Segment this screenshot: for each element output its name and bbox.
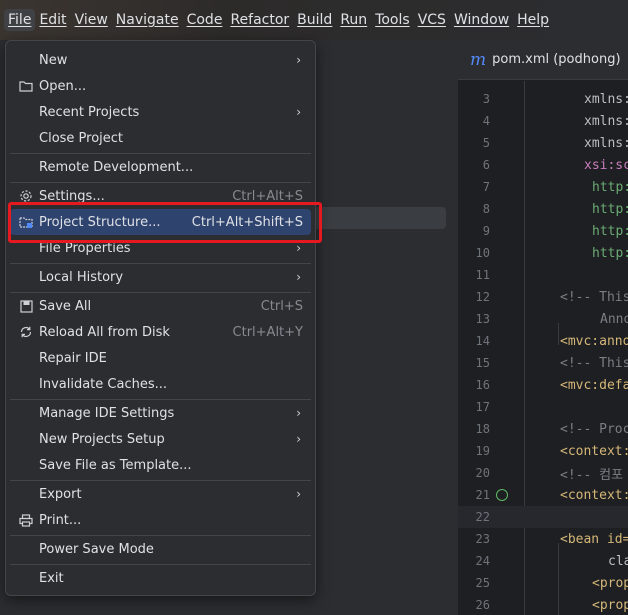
menu-item-remote-development[interactable]: Remote Development... [10, 154, 311, 180]
chevron-right-icon: › [296, 53, 301, 67]
menu-item-open[interactable]: Open... [10, 73, 311, 99]
editor-tab-pom-xml[interactable]: pom.xml (podhong) [492, 52, 620, 67]
menu-item-new[interactable]: New › [10, 47, 311, 73]
code-line: 24 cla [475, 553, 628, 569]
menu-vcs[interactable]: VCS [414, 9, 450, 31]
code-line: 25 <prop [475, 575, 628, 591]
menu-build[interactable]: Build [293, 9, 336, 31]
chevron-right-icon: › [296, 487, 301, 501]
menu-help[interactable]: Help [513, 9, 553, 31]
chevron-right-icon: › [296, 270, 301, 284]
menu-item-print[interactable]: Print... [10, 507, 311, 533]
menu-item-invalidate-caches[interactable]: Invalidate Caches... [10, 371, 311, 397]
code-editor[interactable]: 3 xmlns: 4 xmlns: 5 xmlns: 6 xsi:sc 7 http: 8… [458, 81, 628, 615]
menu-item-power-save-mode[interactable]: Power Save Mode [10, 536, 311, 562]
highlight-annotation-box [8, 202, 322, 243]
save-icon [18, 298, 34, 314]
menu-run[interactable]: Run [336, 9, 371, 31]
project-tree-selected-row[interactable] [312, 207, 446, 229]
code-line: 5 xmlns: [482, 135, 628, 151]
menu-item-manage-ide-settings[interactable]: Manage IDE Settings › [10, 400, 311, 426]
menu-item-local-history[interactable]: Local History › [10, 264, 311, 290]
chevron-right-icon: › [296, 105, 301, 119]
code-line: 7 http: [482, 179, 628, 195]
chevron-right-icon: › [296, 432, 301, 446]
menu-window[interactable]: Window [450, 9, 513, 31]
code-line: 8 http: [482, 201, 628, 217]
menu-item-save-all[interactable]: Save All Ctrl+S [10, 293, 311, 319]
refresh-icon [18, 324, 34, 340]
code-line: 15 <!-- This [475, 355, 628, 371]
editor-tab-bar: m pom.xml (podhong) [458, 40, 628, 80]
menu-code[interactable]: Code [183, 9, 227, 31]
menu-item-close-project[interactable]: Close Project [10, 125, 311, 151]
menu-navigate[interactable]: Navigate [112, 9, 183, 31]
printer-icon [18, 512, 34, 528]
menu-view[interactable]: View [71, 9, 112, 31]
menu-refactor[interactable]: Refactor [226, 9, 293, 31]
menu-item-recent-projects[interactable]: Recent Projects › [10, 99, 311, 125]
chevron-right-icon: › [296, 406, 301, 420]
code-line: 19 <context: [475, 443, 628, 459]
code-line: 11 [475, 268, 490, 282]
code-line: 14 <mvc:anno [475, 333, 628, 349]
code-line: 10 http: [475, 245, 628, 261]
menu-tools[interactable]: Tools [371, 9, 414, 31]
file-menu-dropdown: New › Open... Recent Projects › Close Pr… [5, 40, 316, 596]
code-line: 12 <!-- This [475, 289, 628, 305]
code-line-current: 22 [458, 506, 628, 528]
code-line: 16 <mvc:defa [475, 377, 628, 393]
code-line: 17 [475, 400, 490, 414]
code-line: 20 <!-- 컴포 [475, 466, 624, 483]
menu-item-new-projects-setup[interactable]: New Projects Setup › [10, 426, 311, 452]
chevron-right-icon: › [296, 241, 301, 255]
code-line: 9 http: [482, 223, 628, 239]
menu-item-save-file-as-template[interactable]: Save File as Template... [10, 452, 311, 478]
spring-bean-gutter-icon[interactable] [496, 489, 508, 501]
code-line: 26 <prop [475, 597, 628, 613]
menu-file[interactable]: File [4, 9, 36, 31]
code-line: 13 Anno [475, 311, 628, 327]
menu-item-exit[interactable]: Exit [10, 565, 311, 591]
menu-item-repair-ide[interactable]: Repair IDE [10, 345, 311, 371]
code-line: 3 xmlns: [482, 91, 628, 107]
code-line: 18 <!-- Proc [475, 421, 628, 437]
menu-bar: File Edit View Navigate Code Refactor Bu… [0, 0, 628, 40]
folder-icon [18, 78, 34, 94]
code-line: 6 xsi:sc [482, 157, 628, 173]
menu-item-reload-all[interactable]: Reload All from Disk Ctrl+Alt+Y [10, 319, 311, 345]
code-line: 23 <bean id= [475, 531, 628, 547]
menu-edit[interactable]: Edit [35, 9, 70, 31]
maven-file-icon: m [470, 49, 487, 70]
menu-item-export[interactable]: Export › [10, 481, 311, 507]
code-line: 21 <context: [475, 487, 628, 503]
code-line: 4 xmlns: [482, 113, 628, 129]
